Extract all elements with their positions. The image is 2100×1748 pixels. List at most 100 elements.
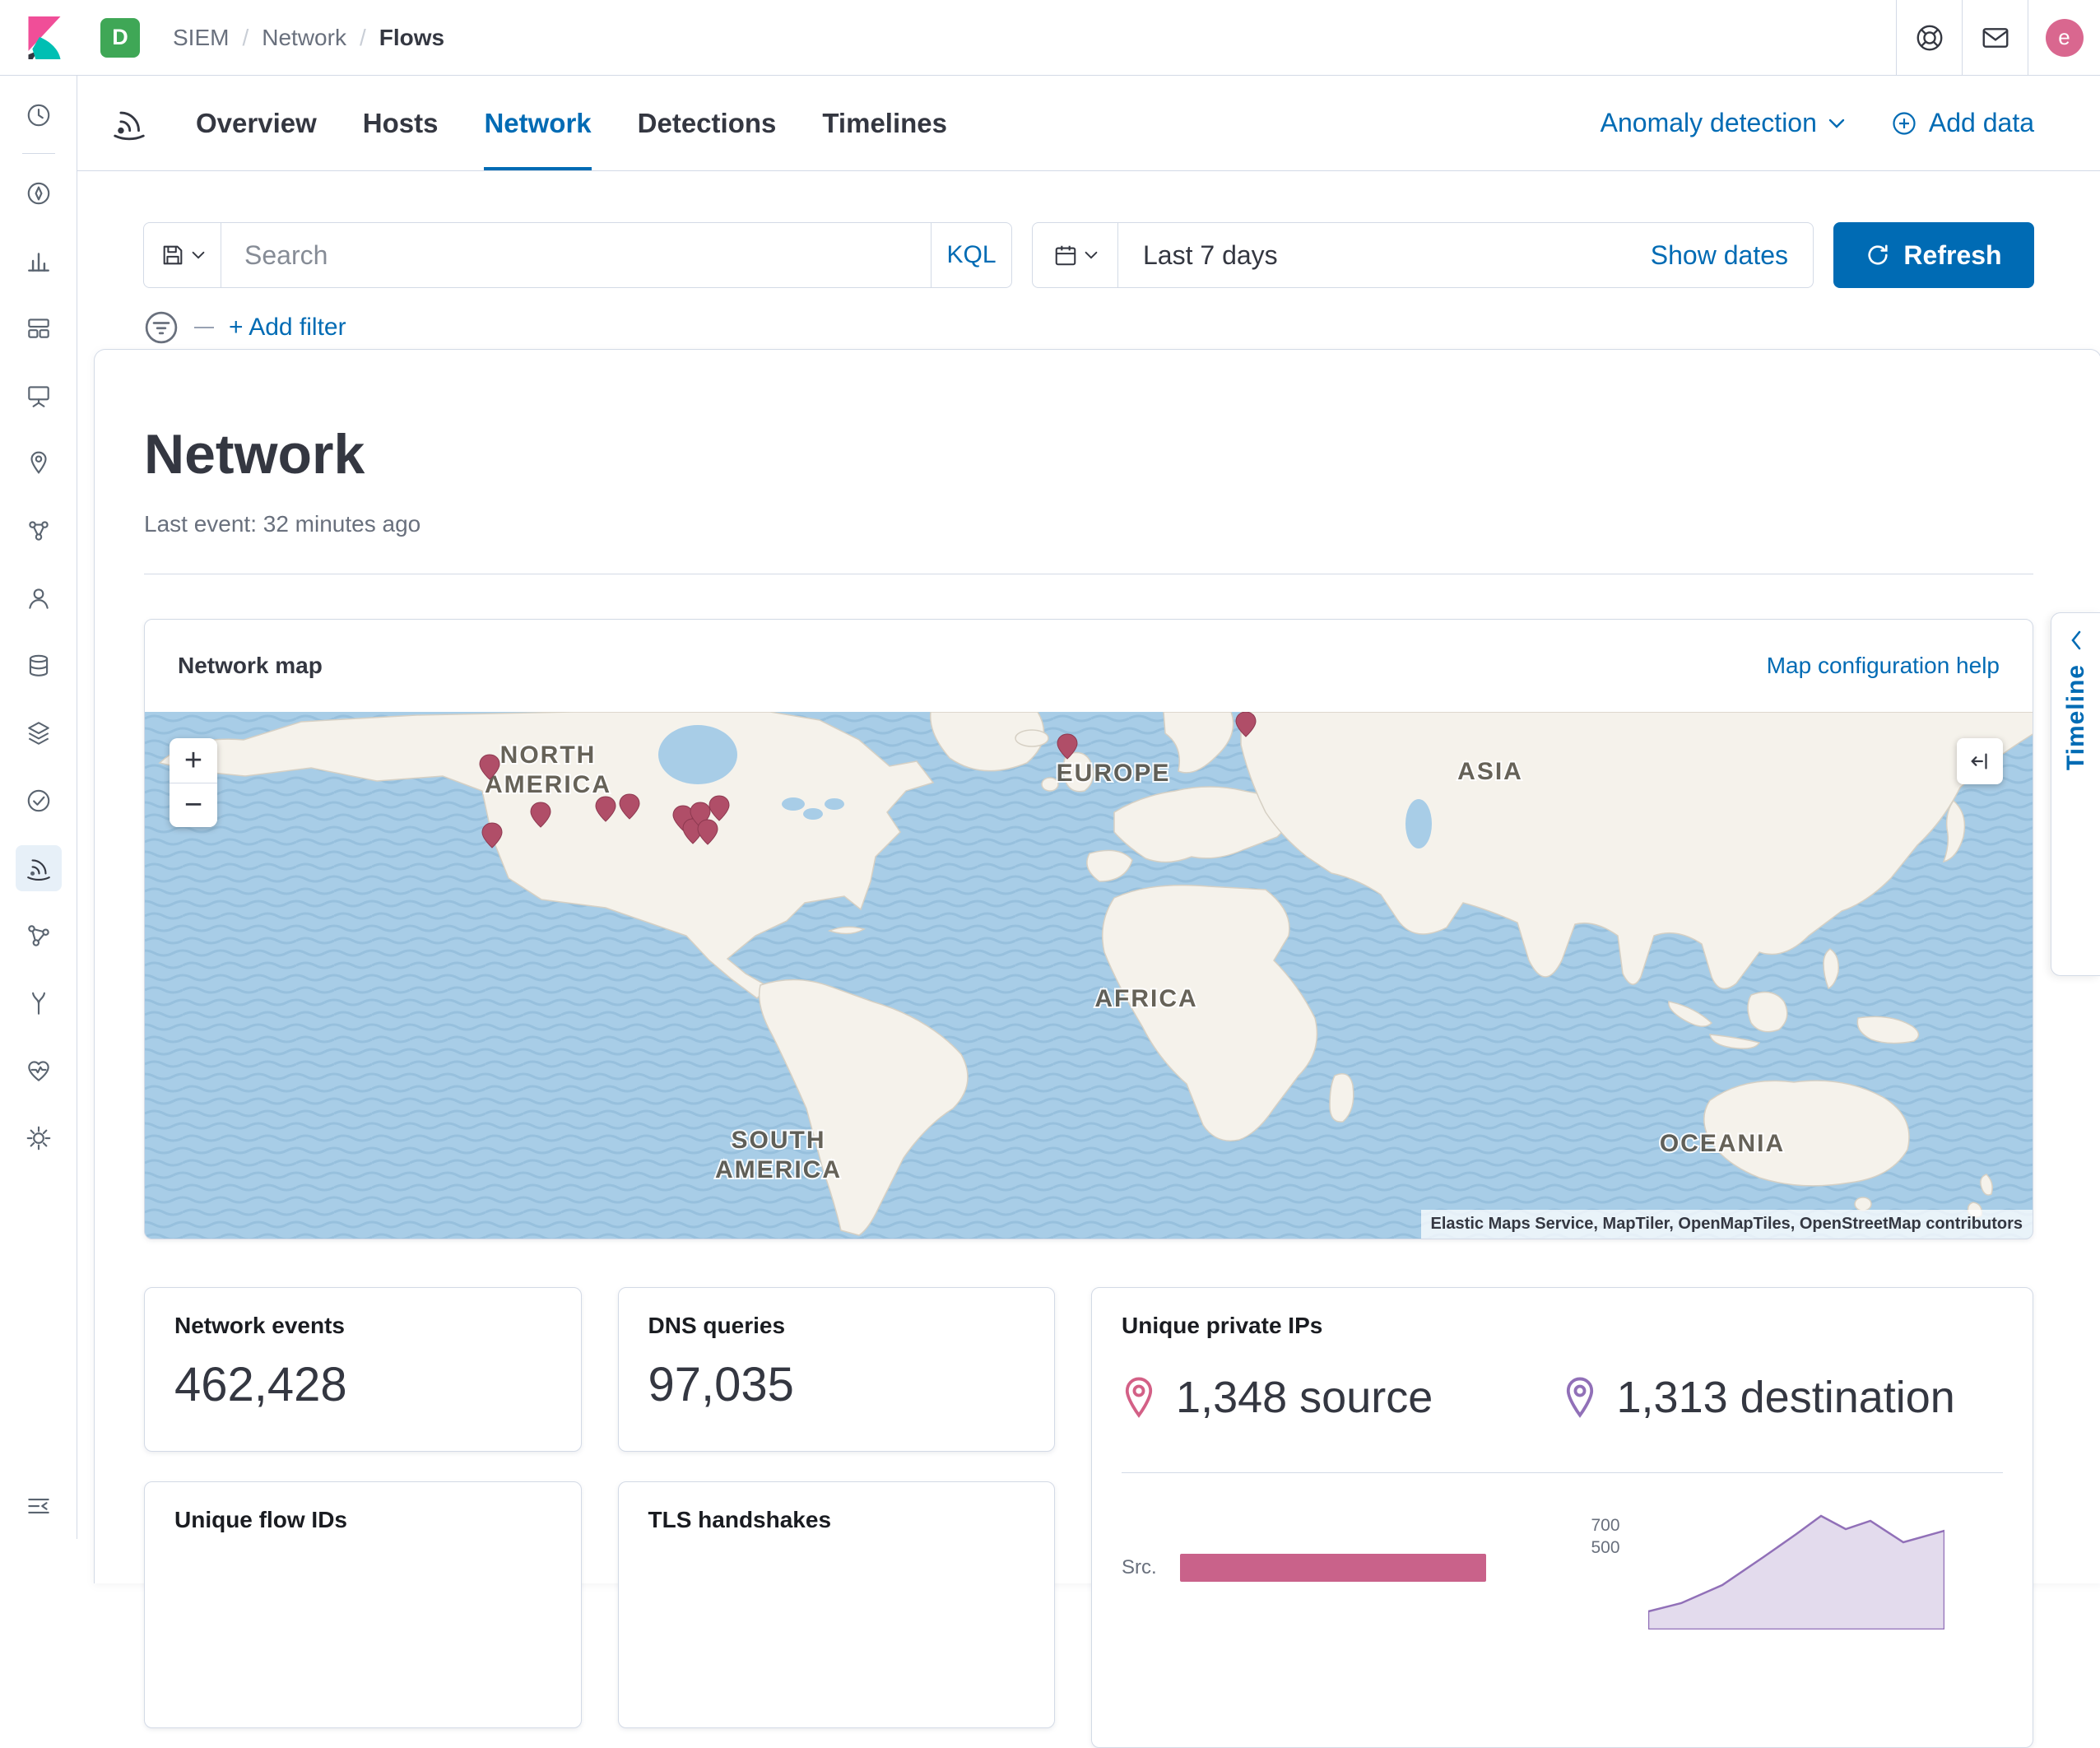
timeline-tab-label: Timeline (2062, 664, 2090, 770)
src-axis-label: Src. (1122, 1556, 1157, 1579)
refresh-button[interactable]: Refresh (1833, 222, 2034, 288)
add-data-button[interactable]: Add data (1891, 108, 2034, 138)
map-configuration-help-link[interactable]: Map configuration help (1767, 653, 2000, 679)
date-quick-select-button[interactable] (1033, 223, 1118, 287)
world-map: NORTH AMERICA EUROPE ASIA AFRICA SOUTH A… (145, 712, 2033, 1239)
filter-settings-icon[interactable] (143, 309, 179, 346)
newsfeed-button[interactable] (1962, 0, 2028, 75)
chevron-down-icon (1085, 251, 1098, 259)
siem-app-icon (110, 105, 148, 142)
zoom-in-button[interactable]: + (170, 738, 217, 783)
database-icon (25, 652, 53, 680)
date-picker: Last 7 days Show dates (1032, 222, 1814, 288)
source-ips-value: 1,348 source (1176, 1372, 1433, 1423)
saved-query-menu-button[interactable] (144, 223, 221, 287)
user-menu-button[interactable]: e (2028, 0, 2100, 75)
machine-learning-icon (25, 517, 53, 545)
sidebar-item-graph[interactable] (16, 913, 62, 959)
breadcrumb-separator: / (360, 25, 366, 51)
anomaly-detection-button[interactable]: Anomaly detection (1601, 108, 1845, 138)
plus-circle-icon (1891, 110, 1917, 137)
collapse-menu-button[interactable] (16, 1483, 62, 1529)
date-range-value[interactable]: Last 7 days (1143, 240, 1278, 271)
tab-detections[interactable]: Detections (638, 76, 777, 170)
kibana-logo[interactable] (23, 16, 66, 59)
heartbeat-icon (25, 1057, 53, 1085)
add-data-label: Add data (1929, 108, 2034, 138)
map-label-europe: EUROPE (1057, 760, 1171, 787)
compass-icon (25, 179, 53, 207)
sidebar-item-logs[interactable] (16, 643, 62, 689)
sidebar-item-recently-viewed[interactable] (16, 92, 62, 138)
kql-toggle-button[interactable]: KQL (931, 223, 1011, 287)
sidebar-item-management[interactable] (16, 1115, 62, 1161)
collapse-menu-icon (25, 1492, 53, 1520)
map-attribution: Elastic Maps Service, MapTiler, OpenMapT… (1421, 1210, 2033, 1239)
filter-row: + Add filter (143, 309, 2034, 346)
network-map[interactable]: NORTH AMERICA EUROPE ASIA AFRICA SOUTH A… (145, 712, 2033, 1239)
sidebar-item-apm[interactable] (16, 980, 62, 1026)
sidebar-item-siem[interactable] (16, 845, 62, 891)
svg-text:AMERICA: AMERICA (715, 1156, 842, 1183)
area-chart-y-axis: 700 500 (1563, 1506, 1620, 1629)
sidebar-item-discover[interactable] (16, 170, 62, 216)
check-circle-icon (25, 787, 53, 815)
add-filter-link[interactable]: + Add filter (229, 314, 346, 342)
header-actions: e (1896, 0, 2100, 75)
app-sidebar (0, 76, 77, 1539)
sidebar-item-users[interactable] (16, 575, 62, 621)
destination-area-chart (1648, 1506, 1944, 1629)
sidebar-item-maps[interactable] (16, 440, 62, 486)
sidebar-item-machine-learning[interactable] (16, 508, 62, 554)
sidebar-item-canvas[interactable] (16, 373, 62, 419)
nav-actions: Anomaly detection Add data (1601, 108, 2034, 138)
sidebar-item-infrastructure[interactable] (16, 710, 62, 756)
sidebar-item-visualize[interactable] (16, 238, 62, 284)
network-map-title: Network map (178, 653, 323, 679)
network-events-card: Network events 462,428 (144, 1287, 582, 1452)
dashboard-icon (25, 314, 53, 342)
graph-nodes-icon (25, 922, 53, 950)
sidebar-item-dashboard[interactable] (16, 305, 62, 351)
sidebar-separator (22, 153, 55, 154)
breadcrumb-separator: / (242, 25, 249, 51)
help-button[interactable] (1896, 0, 1962, 75)
dns-queries-title: DNS queries (648, 1313, 1025, 1339)
mail-icon (1980, 22, 2011, 53)
space-badge[interactable]: D (100, 18, 140, 58)
query-bar-section: KQL Last 7 days Show dates Refresh + Add… (77, 171, 2100, 346)
tab-hosts[interactable]: Hosts (363, 76, 439, 170)
map-label-oceania: OCEANIA (1660, 1130, 1785, 1157)
branch-icon (25, 989, 53, 1017)
siem-tabs: Overview Hosts Network Detections Timeli… (196, 76, 947, 170)
last-event-text: Last event: 32 minutes ago (144, 511, 2033, 537)
anomaly-detection-label: Anomaly detection (1601, 108, 1817, 138)
breadcrumb-siem[interactable]: SIEM (173, 25, 229, 51)
sidebar-item-monitoring[interactable] (16, 1048, 62, 1094)
map-zoom-control: + − (170, 738, 217, 827)
unique-flow-ids-title: Unique flow IDs (174, 1507, 551, 1533)
source-pin-icon (1122, 1376, 1156, 1419)
chevron-down-icon (192, 251, 205, 259)
source-ips-stat: 1,348 source (1122, 1372, 1562, 1423)
show-dates-link[interactable]: Show dates (1651, 240, 1788, 271)
filter-separator (194, 327, 214, 328)
canvas-icon (25, 382, 53, 410)
tab-overview[interactable]: Overview (196, 76, 317, 170)
siem-signal-icon (25, 854, 53, 882)
search-bar: KQL (143, 222, 1012, 288)
timeline-flyout-tab[interactable]: Timeline (2051, 612, 2100, 976)
avatar: e (2046, 19, 2084, 57)
map-legend-toggle-button[interactable] (1957, 738, 2003, 784)
gear-icon (25, 1124, 53, 1152)
user-icon (25, 584, 53, 612)
zoom-out-button[interactable]: − (170, 783, 217, 827)
tab-timelines[interactable]: Timelines (822, 76, 947, 170)
tab-network[interactable]: Network (484, 76, 591, 170)
destination-ips-stat: 1,313 destination (1563, 1372, 2003, 1423)
chevron-left-icon (2070, 630, 2083, 651)
search-input[interactable] (221, 223, 931, 287)
refresh-label: Refresh (1903, 240, 2001, 271)
breadcrumb-network[interactable]: Network (262, 25, 346, 51)
sidebar-item-uptime[interactable] (16, 778, 62, 824)
